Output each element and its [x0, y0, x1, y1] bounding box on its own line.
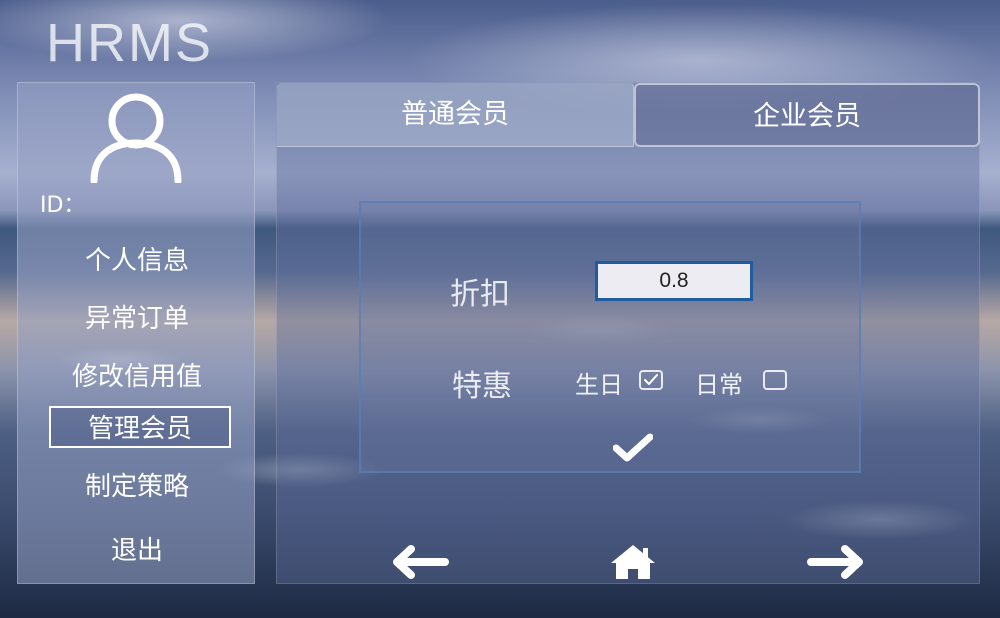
benefit-label: 特惠: [452, 369, 512, 404]
main-panel: 普通会员 企业会员 折扣 特惠 生日 日常: [276, 82, 980, 584]
arrow-left-icon[interactable]: [391, 545, 449, 583]
checkmark-icon[interactable]: [612, 433, 654, 467]
option-birthday-label: 生日: [575, 371, 623, 399]
sidebar-item-modify-credit[interactable]: 修改信用值: [18, 360, 256, 394]
member-form: [359, 201, 861, 473]
option-daily-label: 日常: [695, 371, 743, 399]
tab-normal-member[interactable]: 普通会员: [277, 83, 634, 147]
user-id-label: ID：: [40, 193, 86, 218]
birthday-checkbox[interactable]: [639, 370, 663, 390]
sidebar: ID： 个人信息 异常订单 修改信用值 管理会员 制定策略 退出: [17, 82, 255, 584]
arrow-right-icon[interactable]: [807, 545, 865, 583]
daily-checkbox[interactable]: [763, 370, 787, 390]
discount-input[interactable]: [595, 261, 753, 301]
sidebar-item-manage-members[interactable]: 管理会员: [49, 406, 231, 448]
sidebar-item-abnormal-orders[interactable]: 异常订单: [18, 302, 256, 336]
tab-enterprise-member[interactable]: 企业会员: [634, 83, 980, 147]
sidebar-item-make-strategy[interactable]: 制定策略: [18, 470, 256, 504]
discount-label: 折扣: [450, 277, 510, 312]
sidebar-item-personal-info[interactable]: 个人信息: [18, 244, 256, 278]
user-icon: [86, 91, 186, 185]
home-icon[interactable]: [609, 543, 657, 585]
app-title: HRMS: [46, 13, 213, 73]
sidebar-item-logout[interactable]: 退出: [18, 534, 256, 568]
